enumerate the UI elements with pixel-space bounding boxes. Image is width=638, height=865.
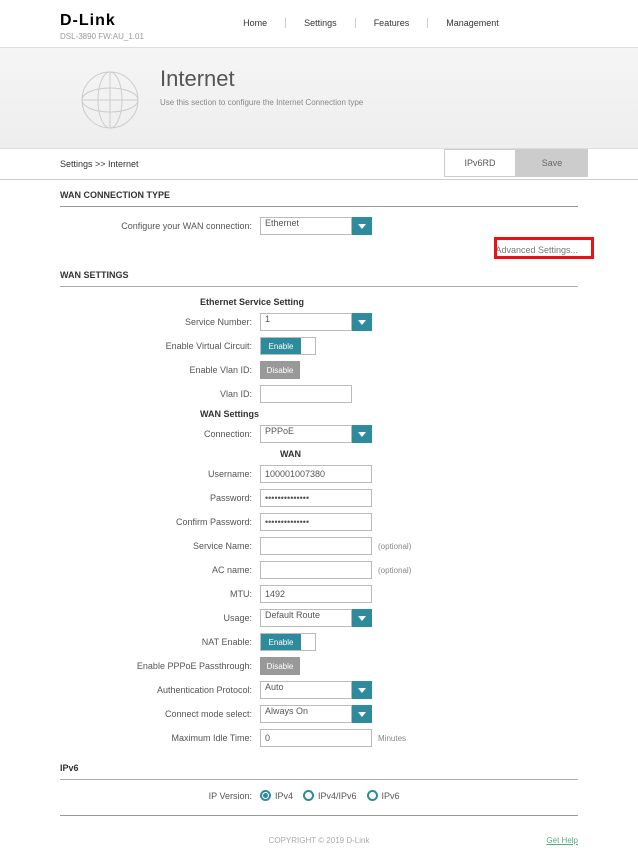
connection-select[interactable]: PPPoE [260, 425, 372, 443]
radio-ipv6-label: IPv6 [382, 791, 400, 801]
auth-proto-value: Auto [260, 681, 352, 699]
breadcrumb: Settings >> Internet [0, 149, 444, 179]
pppoe-pass-label: Enable PPPoE Passthrough: [60, 661, 260, 671]
wan-settings-sub-heading: WAN Settings [60, 409, 578, 419]
radio-icon [303, 790, 314, 801]
radio-ipv4ipv6-label: IPv4/IPv6 [318, 791, 357, 801]
radio-ipv4-label: IPv4 [275, 791, 293, 801]
enable-vc-label: Enable Virtual Circuit: [60, 341, 260, 351]
button-bar: IPv6RD Save [444, 149, 638, 179]
usage-select[interactable]: Default Route [260, 609, 372, 627]
service-number-value: 1 [260, 313, 352, 331]
nav-features[interactable]: Features [356, 18, 429, 28]
page-title: Internet [160, 66, 363, 92]
confirm-password-input[interactable] [260, 513, 372, 531]
advanced-settings-link[interactable]: Advanced Settings... [495, 245, 578, 255]
logo-block: D-Link DSL-3890 FW:AU_1.01 [60, 12, 144, 41]
brand-logo: D-Link [60, 12, 144, 30]
confirm-password-label: Confirm Password: [60, 517, 260, 527]
auth-proto-select[interactable]: Auto [260, 681, 372, 699]
toggle-enable-text: Enable [261, 634, 301, 650]
optional-note: (optional) [378, 542, 411, 551]
service-number-select[interactable]: 1 [260, 313, 372, 331]
chevron-down-icon[interactable] [352, 217, 372, 235]
nat-enable-toggle[interactable]: Enable [260, 633, 316, 651]
vlan-id-input[interactable] [260, 385, 352, 403]
section-title-wan-conn: WAN CONNECTION TYPE [60, 180, 578, 207]
configure-wan-select[interactable]: Ethernet [260, 217, 372, 235]
toggle-disable-text: Disable [260, 657, 300, 675]
radio-icon [260, 790, 271, 801]
max-idle-label: Maximum Idle Time: [60, 733, 260, 743]
service-name-input[interactable] [260, 537, 372, 555]
chevron-down-icon[interactable] [352, 425, 372, 443]
copyright-text: COPYRIGHT © 2019 D-Link [269, 836, 370, 845]
toggle-enable-text: Enable [261, 338, 301, 354]
username-label: Username: [60, 469, 260, 479]
pppoe-pass-toggle[interactable]: Disable [260, 657, 300, 675]
minutes-label: Minutes [378, 734, 406, 743]
chevron-down-icon[interactable] [352, 609, 372, 627]
optional-note: (optional) [378, 566, 411, 575]
vlan-id-label: Vlan ID: [60, 389, 260, 399]
model-text: DSL-3890 FW:AU_1.01 [60, 32, 144, 41]
top-nav: Home Settings Features Management [144, 18, 598, 28]
hero-banner: Internet Use this section to configure t… [0, 48, 638, 149]
ipv6-section: IPv6 IP Version: IPv4 IPv4/IPv6 IPv6 [0, 753, 638, 801]
chevron-down-icon[interactable] [352, 705, 372, 723]
radio-icon [367, 790, 378, 801]
save-button[interactable]: Save [516, 149, 588, 177]
wan-connection-type-section: WAN CONNECTION TYPE Configure your WAN c… [0, 180, 638, 235]
page-subtitle: Use this section to configure the Intern… [160, 98, 363, 107]
nav-home[interactable]: Home [225, 18, 286, 28]
configure-wan-value: Ethernet [260, 217, 352, 235]
password-label: Password: [60, 493, 260, 503]
globe-icon [80, 70, 140, 130]
ac-name-input[interactable] [260, 561, 372, 579]
mtu-label: MTU: [60, 589, 260, 599]
header: D-Link DSL-3890 FW:AU_1.01 Home Settings… [0, 0, 638, 48]
hero-text: Internet Use this section to configure t… [160, 66, 363, 130]
eth-service-heading: Ethernet Service Setting [60, 297, 578, 307]
radio-ipv4ipv6[interactable]: IPv4/IPv6 [303, 790, 357, 801]
service-name-label: Service Name: [60, 541, 260, 551]
section-title-ipv6: IPv6 [60, 753, 578, 780]
connect-mode-select[interactable]: Always On [260, 705, 372, 723]
usage-value: Default Route [260, 609, 352, 627]
get-help-link[interactable]: Get Help [546, 836, 578, 845]
ac-name-label: AC name: [60, 565, 260, 575]
service-number-label: Service Number: [60, 317, 260, 327]
enable-vc-toggle[interactable]: Enable [260, 337, 316, 355]
chevron-down-icon[interactable] [352, 681, 372, 699]
chevron-down-icon[interactable] [352, 313, 372, 331]
auth-proto-label: Authentication Protocol: [60, 685, 260, 695]
connection-label: Connection: [60, 429, 260, 439]
max-idle-input[interactable] [260, 729, 372, 747]
mtu-input[interactable] [260, 585, 372, 603]
ip-version-radio-group: IPv4 IPv4/IPv6 IPv6 [260, 790, 400, 801]
footer: COPYRIGHT © 2019 D-Link Get Help [0, 816, 638, 865]
password-input[interactable] [260, 489, 372, 507]
radio-ipv6[interactable]: IPv6 [367, 790, 400, 801]
enable-vlan-label: Enable Vlan ID: [60, 365, 260, 375]
usage-label: Usage: [60, 613, 260, 623]
radio-ipv4[interactable]: IPv4 [260, 790, 293, 801]
advanced-link-row: Advanced Settings... [0, 241, 638, 260]
toggle-disable-text: Disable [260, 361, 300, 379]
wan-settings-section: WAN SETTINGS Ethernet Service Setting Se… [0, 260, 638, 747]
ip-version-label: IP Version: [60, 791, 260, 801]
enable-vlan-toggle[interactable]: Disable [260, 361, 300, 379]
configure-wan-label: Configure your WAN connection: [60, 221, 260, 231]
nat-enable-label: NAT Enable: [60, 637, 260, 647]
username-input[interactable] [260, 465, 372, 483]
wan-sub-heading: WAN [60, 449, 578, 459]
connect-mode-label: Connect mode select: [60, 709, 260, 719]
breadcrumb-row: Settings >> Internet IPv6RD Save [0, 149, 638, 180]
ipv6rd-button[interactable]: IPv6RD [444, 149, 516, 177]
nav-settings[interactable]: Settings [286, 18, 356, 28]
nav-management[interactable]: Management [428, 18, 517, 28]
connect-mode-value: Always On [260, 705, 352, 723]
connection-value: PPPoE [260, 425, 352, 443]
section-title-wan-settings: WAN SETTINGS [60, 260, 578, 287]
